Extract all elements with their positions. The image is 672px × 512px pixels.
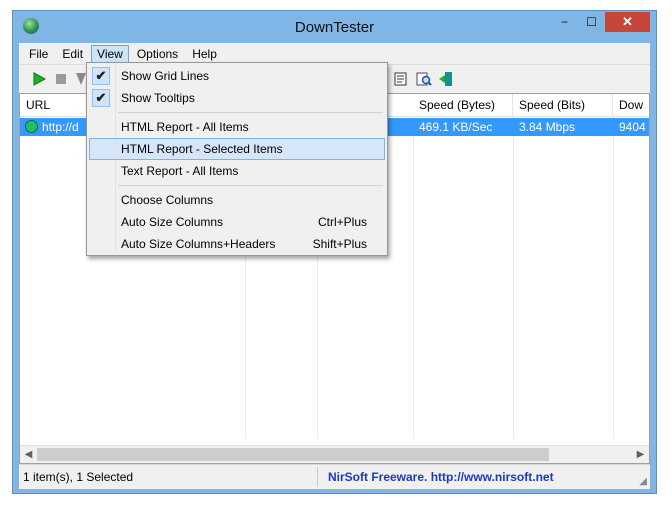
exit-icon[interactable]: [438, 71, 454, 87]
menu-bar: File Edit View Options Help: [19, 43, 650, 64]
status-bar: 1 item(s), 1 Selected NirSoft Freeware. …: [19, 464, 650, 489]
menu-help[interactable]: Help: [186, 45, 223, 63]
title-bar[interactable]: DownTester − ☐ ✕: [13, 11, 656, 43]
cell-speed-bits: 3.84 Mbps: [513, 118, 613, 136]
status-divider: [317, 467, 318, 487]
close-button[interactable]: ✕: [605, 12, 650, 32]
grid-line: [413, 116, 414, 438]
scroll-right-icon[interactable]: ▶: [632, 446, 649, 463]
menu-edit[interactable]: Edit: [56, 45, 89, 63]
menu-item-show-grid-lines[interactable]: ✔ Show Grid Lines: [89, 65, 385, 87]
play-icon[interactable]: [31, 71, 47, 87]
url-text: http://d: [42, 120, 79, 134]
menu-separator: [118, 112, 383, 113]
minimize-button[interactable]: −: [551, 12, 578, 32]
column-header-speed-bytes[interactable]: Speed (Bytes): [413, 94, 513, 116]
caption-buttons: − ☐ ✕: [551, 12, 650, 32]
menu-options[interactable]: Options: [131, 45, 184, 63]
cell-dow: 9404: [613, 118, 649, 136]
menu-view[interactable]: View: [91, 44, 129, 63]
checkmark-icon: ✔: [92, 67, 110, 85]
status-selection-count: 1 item(s), 1 Selected: [23, 470, 134, 484]
column-header-dow[interactable]: Dow: [613, 94, 649, 116]
menu-item-show-tooltips[interactable]: ✔ Show Tooltips: [89, 87, 385, 109]
menu-item-label: Auto Size Columns+Headers: [121, 237, 276, 251]
resize-grip-icon[interactable]: ◢: [639, 476, 647, 487]
menu-item-label: Auto Size Columns: [121, 215, 224, 229]
scrollbar-thumb[interactable]: [37, 448, 549, 461]
nirsoft-link[interactable]: NirSoft Freeware. http://www.nirsoft.net: [328, 470, 554, 484]
grid-line: [513, 116, 514, 438]
menu-item-label: Show Tooltips: [121, 91, 195, 105]
menu-item-label: Text Report - All Items: [121, 164, 239, 178]
horizontal-scrollbar[interactable]: ◀ ▶: [20, 445, 649, 463]
menu-item-html-report-all[interactable]: HTML Report - All Items: [89, 116, 385, 138]
menu-item-label: Show Grid Lines: [121, 69, 210, 83]
cell-speed-bytes: 469.1 KB/Sec: [413, 118, 513, 136]
stop-icon[interactable]: [53, 71, 69, 87]
menu-item-auto-size-columns-headers[interactable]: Auto Size Columns+Headers Shift+Plus: [89, 233, 385, 255]
find-icon[interactable]: [416, 71, 432, 87]
menu-item-html-report-selected[interactable]: HTML Report - Selected Items: [89, 138, 385, 160]
menu-item-label: Choose Columns: [121, 193, 214, 207]
report-icon[interactable]: [393, 71, 409, 87]
menu-item-label: HTML Report - All Items: [121, 120, 249, 134]
menu-file[interactable]: File: [23, 45, 54, 63]
maximize-button[interactable]: ☐: [578, 12, 605, 32]
menu-separator: [118, 185, 383, 186]
menu-item-shortcut: Ctrl+Plus: [317, 215, 367, 229]
column-header-speed-bits[interactable]: Speed (Bits): [513, 94, 613, 116]
view-menu-dropdown: ✔ Show Grid Lines ✔ Show Tooltips HTML R…: [86, 62, 388, 256]
checkmark-icon: ✔: [92, 89, 110, 107]
menu-item-text-report-all[interactable]: Text Report - All Items: [89, 160, 385, 182]
menu-item-choose-columns[interactable]: Choose Columns: [89, 189, 385, 211]
menu-item-label: HTML Report - Selected Items: [121, 142, 283, 156]
menu-item-auto-size-columns[interactable]: Auto Size Columns Ctrl+Plus: [89, 211, 385, 233]
menu-item-shortcut: Shift+Plus: [312, 237, 367, 251]
scroll-left-icon[interactable]: ◀: [20, 446, 37, 463]
grid-line: [613, 116, 614, 438]
url-status-icon: [25, 120, 38, 133]
